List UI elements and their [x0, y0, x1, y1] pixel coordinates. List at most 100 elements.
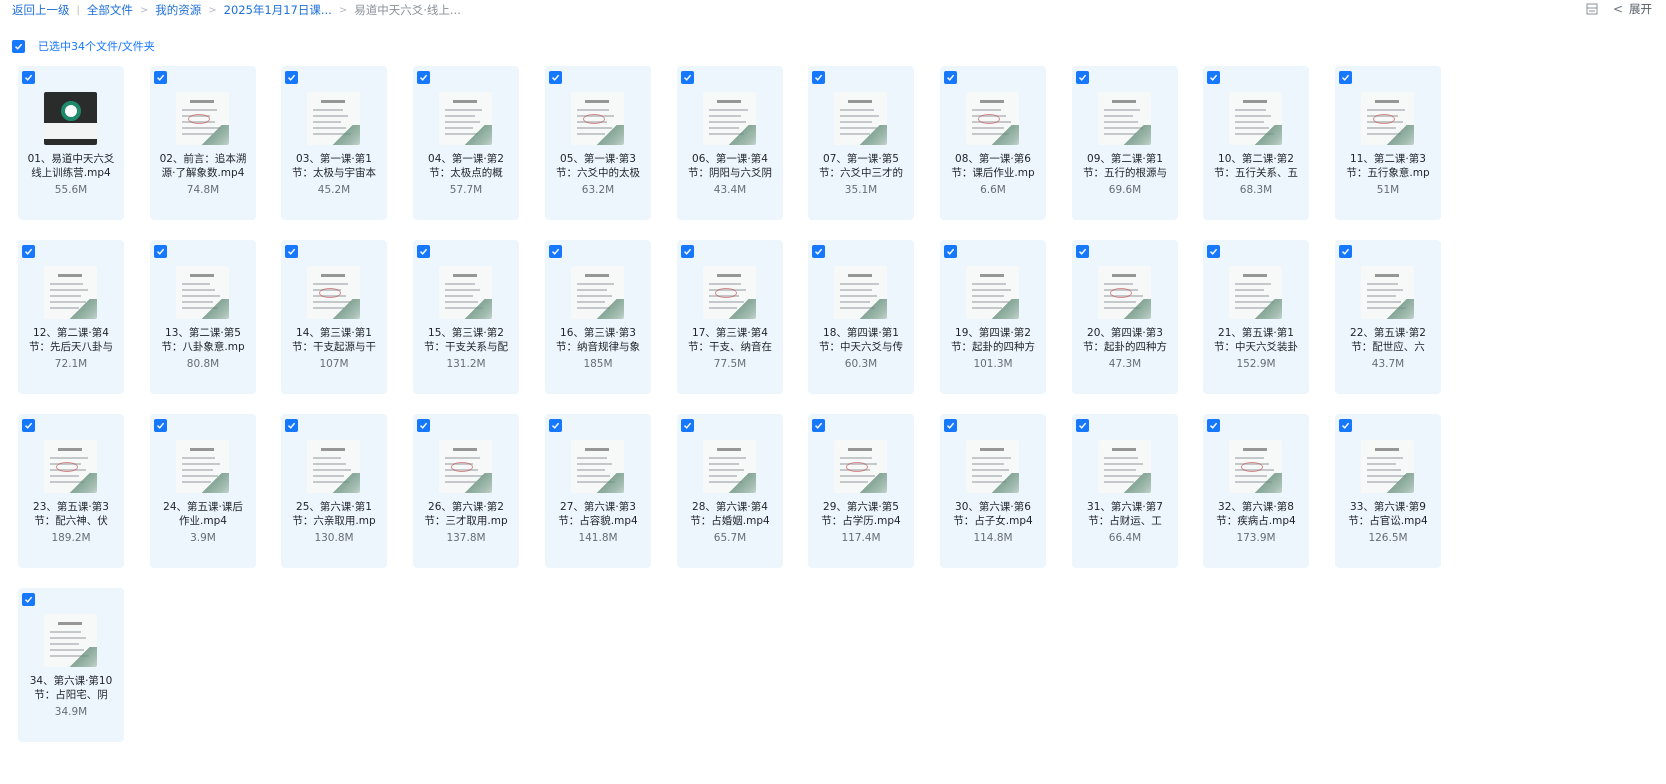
file-checkbox[interactable]	[944, 71, 957, 84]
file-card[interactable]: 26、第六课·第2 节：三才取用.mp 137.8M	[413, 414, 519, 568]
file-checkbox[interactable]	[1339, 419, 1352, 432]
file-card[interactable]: 02、前言：追本溯 源·了解象数.mp4 74.8M	[150, 66, 256, 220]
file-size: 80.8M	[186, 358, 220, 370]
file-card[interactable]: 18、第四课·第1 节：中天六爻与传 60.3M	[808, 240, 914, 394]
file-card[interactable]: 17、第三课·第4 节：干支、纳音在 77.5M	[677, 240, 783, 394]
file-checkbox[interactable]	[417, 71, 430, 84]
file-checkbox[interactable]	[1339, 71, 1352, 84]
file-card[interactable]: 13、第二课·第5 节：八卦象意.mp 80.8M	[150, 240, 256, 394]
file-card[interactable]: 03、第一课·第1 节：太极与宇宙本 45.2M	[281, 66, 387, 220]
file-card[interactable]: 09、第二课·第1 节：五行的根源与 69.6M	[1072, 66, 1178, 220]
file-checkbox[interactable]	[22, 419, 35, 432]
file-checkbox[interactable]	[1076, 71, 1089, 84]
file-size: 107M	[319, 358, 349, 370]
file-card[interactable]: 19、第四课·第2 节：起卦的四种方 101.3M	[940, 240, 1046, 394]
file-card[interactable]: 24、第五课·课后 作业.mp4 3.9M	[150, 414, 256, 568]
video-thumbnail	[439, 92, 492, 145]
file-checkbox[interactable]	[1339, 245, 1352, 258]
file-checkbox[interactable]	[417, 245, 430, 258]
file-checkbox[interactable]	[1207, 245, 1220, 258]
file-card[interactable]: 01、易道中天六爻 线上训练营.mp4 55.6M	[18, 66, 124, 220]
file-card[interactable]: 31、第六课·第7 节：占财运、工 66.4M	[1072, 414, 1178, 568]
file-checkbox[interactable]	[1207, 419, 1220, 432]
file-checkbox[interactable]	[812, 419, 825, 432]
file-checkbox[interactable]	[812, 71, 825, 84]
file-checkbox[interactable]	[681, 419, 694, 432]
file-checkbox[interactable]	[812, 245, 825, 258]
file-checkbox[interactable]	[1076, 245, 1089, 258]
file-checkbox[interactable]	[22, 71, 35, 84]
expand-button[interactable]: 展开	[1629, 1, 1652, 17]
file-name-line2: 节：太极与宇宙本	[292, 167, 376, 179]
separator-bar: |	[76, 4, 80, 16]
file-name-line1: 16、第三课·第3	[560, 327, 636, 339]
back-link[interactable]: 返回上一级	[12, 2, 70, 18]
file-checkbox[interactable]	[549, 245, 562, 258]
list-view-icon[interactable]	[1585, 2, 1599, 16]
file-checkbox[interactable]	[285, 419, 298, 432]
file-checkbox[interactable]	[154, 419, 167, 432]
select-all-checkbox[interactable]	[12, 39, 25, 53]
file-checkbox[interactable]	[154, 71, 167, 84]
file-size: 114.8M	[973, 532, 1013, 544]
file-checkbox[interactable]	[22, 593, 35, 606]
file-name: 17、第三课·第4 节：干支、纳音在	[679, 326, 781, 354]
file-checkbox[interactable]	[549, 419, 562, 432]
video-thumbnail	[571, 440, 624, 493]
file-name: 22、第五课·第2 节：配世应、六	[1337, 326, 1439, 354]
file-checkbox[interactable]	[944, 419, 957, 432]
file-name-line1: 24、第五课·课后	[163, 501, 243, 513]
file-checkbox[interactable]	[681, 245, 694, 258]
file-card[interactable]: 10、第二课·第2 节：五行关系、五 68.3M	[1203, 66, 1309, 220]
file-checkbox[interactable]	[285, 245, 298, 258]
file-card[interactable]: 15、第三课·第2 节：干支关系与配 131.2M	[413, 240, 519, 394]
file-card[interactable]: 05、第一课·第3 节：六爻中的太极 63.2M	[545, 66, 651, 220]
breadcrumb-item-my-resources[interactable]: 我的资源	[155, 2, 201, 18]
file-name: 19、第四课·第2 节：起卦的四种方	[942, 326, 1044, 354]
file-card[interactable]: 16、第三课·第3 节：纳音规律与象 185M	[545, 240, 651, 394]
file-size: 74.8M	[186, 184, 220, 196]
file-card[interactable]: 33、第六课·第9 节：占官讼.mp4 126.5M	[1335, 414, 1441, 568]
file-checkbox[interactable]	[944, 245, 957, 258]
file-card[interactable]: 29、第六课·第5 节：占学历.mp4 117.4M	[808, 414, 914, 568]
file-card[interactable]: 27、第六课·第3 节：占容貌.mp4 141.8M	[545, 414, 651, 568]
file-card[interactable]: 22、第五课·第2 节：配世应、六 43.7M	[1335, 240, 1441, 394]
file-checkbox[interactable]	[1076, 419, 1089, 432]
file-card[interactable]: 28、第六课·第4 节：占婚姻.mp4 65.7M	[677, 414, 783, 568]
file-name-line1: 22、第五课·第2	[1350, 327, 1426, 339]
breadcrumb-item-all-files[interactable]: 全部文件	[87, 2, 133, 18]
file-card[interactable]: 20、第四课·第3 节：起卦的四种方 47.3M	[1072, 240, 1178, 394]
video-thumbnail	[703, 266, 756, 319]
video-thumbnail	[1229, 92, 1282, 145]
file-name-line1: 03、第一课·第1	[296, 153, 372, 165]
file-card[interactable]: 07、第一课·第5 节：六爻中三才的 35.1M	[808, 66, 914, 220]
file-card[interactable]: 21、第五课·第1 节：中天六爻装卦 152.9M	[1203, 240, 1309, 394]
file-card[interactable]: 08、第一课·第6 节：课后作业.mp 6.6M	[940, 66, 1046, 220]
file-checkbox[interactable]	[681, 71, 694, 84]
file-size: 152.9M	[1236, 358, 1276, 370]
file-checkbox[interactable]	[549, 71, 562, 84]
file-card[interactable]: 11、第二课·第3 节：五行象意.mp 51M	[1335, 66, 1441, 220]
chevron-left-icon[interactable]: <	[1613, 2, 1623, 16]
file-size: 47.3M	[1108, 358, 1142, 370]
file-card[interactable]: 12、第二课·第4 节：先后天八卦与 72.1M	[18, 240, 124, 394]
breadcrumb-item-course-date[interactable]: 2025年1月17日课...	[224, 2, 332, 18]
file-checkbox[interactable]	[154, 245, 167, 258]
file-name-line1: 06、第一课·第4	[692, 153, 768, 165]
file-checkbox[interactable]	[22, 245, 35, 258]
file-checkbox[interactable]	[1207, 71, 1220, 84]
file-card[interactable]: 14、第三课·第1 节：干支起源与干 107M	[281, 240, 387, 394]
file-card[interactable]: 32、第六课·第8 节：疾病占.mp4 173.9M	[1203, 414, 1309, 568]
file-checkbox[interactable]	[285, 71, 298, 84]
file-card[interactable]: 06、第一课·第4 节：阴阳与六爻阴 43.4M	[677, 66, 783, 220]
video-thumbnail	[966, 92, 1019, 145]
file-checkbox[interactable]	[417, 419, 430, 432]
file-card[interactable]: 30、第六课·第6 节：占子女.mp4 114.8M	[940, 414, 1046, 568]
video-thumbnail-logo	[44, 92, 97, 145]
file-card[interactable]: 23、第五课·第3 节：配六神、伏 189.2M	[18, 414, 124, 568]
file-card[interactable]: 34、第六课·第10 节：占阳宅、阴 34.9M	[18, 588, 124, 742]
file-card[interactable]: 04、第一课·第2 节：太极点的概 57.7M	[413, 66, 519, 220]
video-thumbnail	[1229, 266, 1282, 319]
file-name: 05、第一课·第3 节：六爻中的太极	[547, 152, 649, 180]
file-card[interactable]: 25、第六课·第1 节：六亲取用.mp 130.8M	[281, 414, 387, 568]
